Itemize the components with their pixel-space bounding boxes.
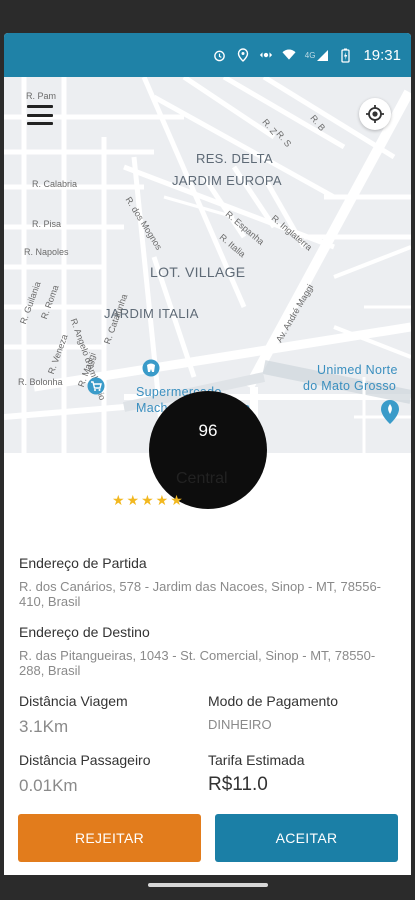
street-label: R. Bolonha — [18, 377, 63, 387]
dental-poi-icon[interactable] — [142, 359, 160, 377]
rating-stars: ★★★★★ — [112, 492, 185, 508]
destination-address: R. das Pitangueiras, 1043 - St. Comercia… — [19, 648, 376, 678]
payment-value: DINHEIRO — [208, 717, 272, 732]
map-label-res-delta: RES. DELTA — [196, 151, 273, 166]
data-saver-icon — [259, 48, 273, 62]
shopping-cart-poi-icon[interactable] — [87, 377, 105, 395]
menu-button[interactable] — [27, 105, 53, 125]
street-label: R. Pisa — [32, 219, 62, 229]
location-icon — [236, 48, 250, 62]
trip-distance-value: 3.1Km — [19, 717, 69, 736]
crosshair-icon — [366, 105, 384, 123]
app-screen: 4G 19:31 RES. DELTA JARDIM EUROPA LOT. V… — [4, 33, 411, 895]
destination-label: Endereço de Destino — [19, 624, 150, 640]
signal-icon: 4G — [305, 48, 330, 62]
accept-button[interactable]: ACEITAR — [215, 814, 398, 862]
payment-label: Modo de Pagamento — [208, 693, 338, 709]
map-label-unimed: Unimed Norte — [317, 363, 398, 377]
pickup-address: R. dos Canários, 578 - Jardim das Nacoes… — [19, 579, 382, 609]
street-label: R. Napoles — [24, 247, 69, 257]
pickup-label: Endereço de Partida — [19, 555, 147, 571]
my-location-button[interactable] — [359, 98, 391, 130]
map-pin-icon[interactable] — [380, 399, 400, 425]
map-label-mato-grosso: do Mato Grosso — [303, 379, 397, 393]
badge-number: 96 — [198, 421, 218, 440]
wifi-icon — [282, 48, 296, 62]
home-indicator[interactable] — [148, 883, 268, 887]
battery-icon — [338, 48, 352, 63]
passenger-distance-label: Distância Passageiro — [19, 752, 151, 768]
reject-button[interactable]: REJEITAR — [18, 814, 201, 862]
fare-value: R$11.0 — [208, 774, 268, 795]
alarm-icon — [213, 48, 227, 62]
menu-icon-bar — [27, 105, 53, 108]
map-label-jardim-europa: JARDIM EUROPA — [172, 173, 282, 188]
clock: 19:31 — [363, 46, 401, 64]
street-label: R. Calabria — [32, 179, 78, 189]
driver-name: Central — [176, 470, 228, 487]
passenger-distance-value: 0.01Km — [19, 776, 78, 795]
menu-icon-bar — [27, 122, 53, 125]
map-label-lot-village: LOT. VILLAGE — [150, 264, 246, 280]
trip-distance-label: Distância Viagem — [19, 693, 128, 709]
street-label: R. Pam — [26, 91, 57, 101]
menu-icon-bar — [27, 113, 53, 117]
fare-label: Tarifa Estimada — [208, 752, 305, 768]
status-bar: 4G 19:31 — [4, 33, 411, 77]
network-type: 4G — [304, 50, 316, 60]
